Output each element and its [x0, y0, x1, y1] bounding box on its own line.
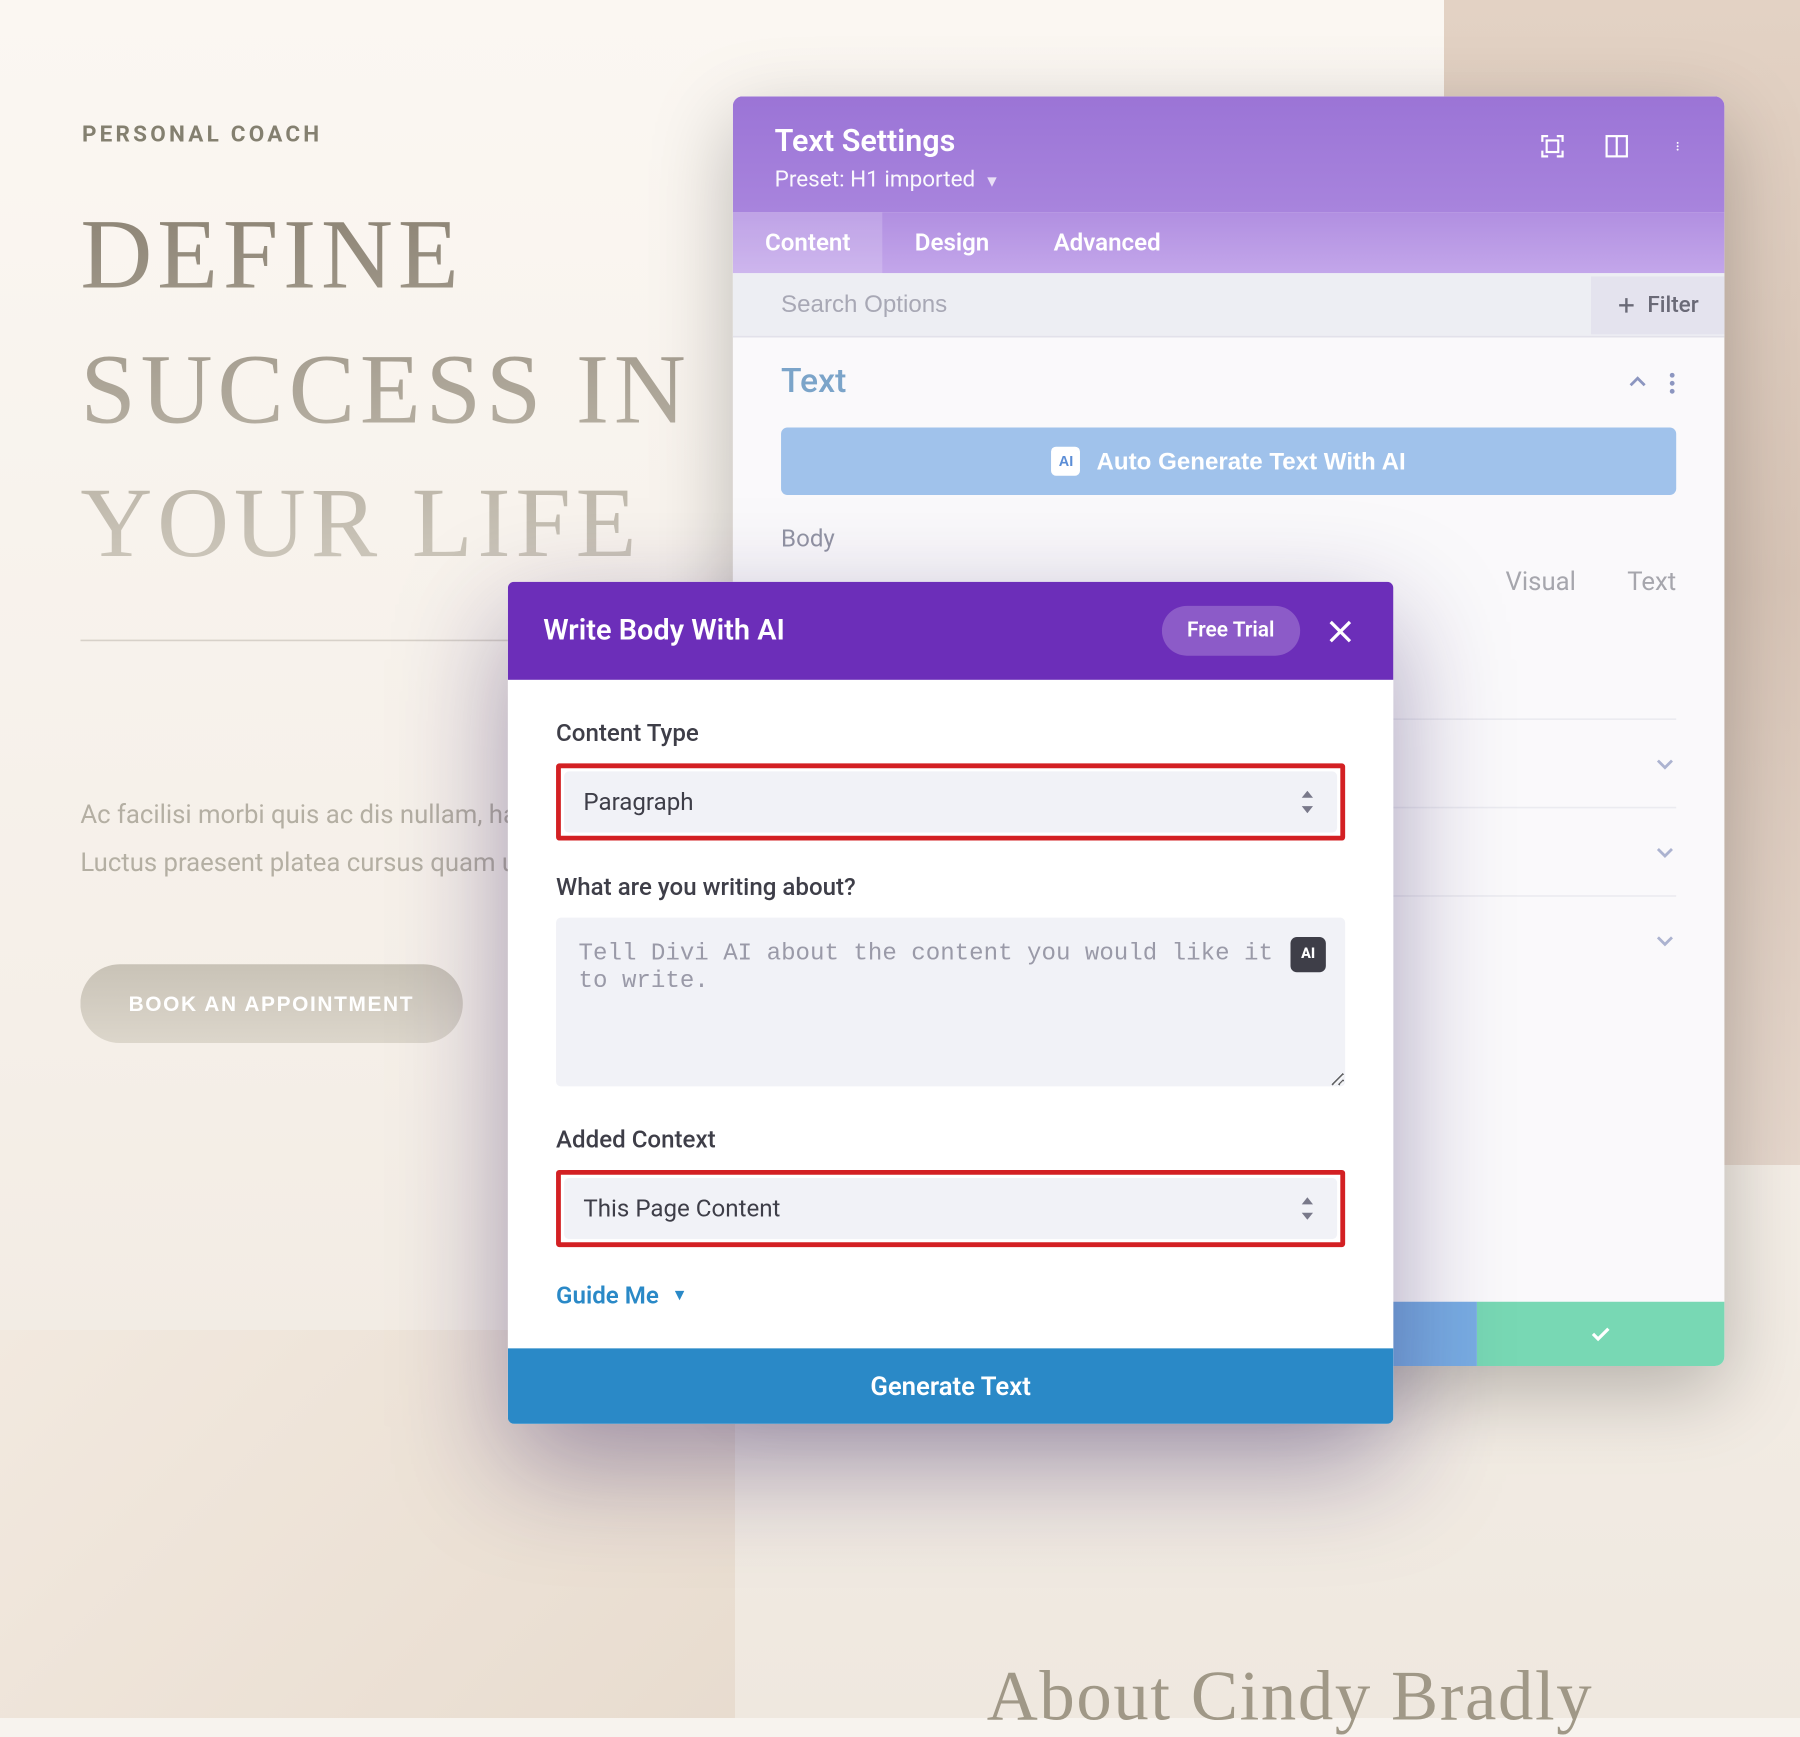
guide-me-link[interactable]: Guide Me ▼	[556, 1281, 688, 1310]
body-label: Body	[781, 524, 1676, 553]
kebab-menu-icon[interactable]	[1667, 132, 1696, 161]
content-type-label: Content Type	[556, 718, 1345, 747]
focus-icon[interactable]	[1538, 132, 1567, 161]
about-heading: About Cindy Bradly	[987, 1655, 1593, 1737]
search-input[interactable]	[733, 273, 1591, 336]
columns-icon[interactable]	[1602, 132, 1631, 161]
tab-design[interactable]: Design	[883, 212, 1022, 273]
content-type-select[interactable]: Paragraph	[564, 771, 1337, 832]
editor-tab-visual[interactable]: Visual	[1506, 566, 1576, 597]
editor-tab-text[interactable]: Text	[1627, 566, 1676, 597]
hero-kicker: PERSONAL COACH	[82, 122, 322, 148]
chevron-down-icon	[1654, 841, 1676, 863]
prompt-textarea[interactable]	[556, 918, 1345, 1087]
ai-icon[interactable]: AI	[1291, 937, 1326, 972]
kebab-menu-icon[interactable]	[1668, 370, 1676, 394]
filter-label: Filter	[1647, 292, 1698, 318]
close-button[interactable]	[1323, 613, 1358, 648]
added-context-label: Added Context	[556, 1125, 1345, 1154]
plus-icon	[1617, 295, 1636, 314]
generate-text-button[interactable]: Generate Text	[508, 1348, 1394, 1424]
caret-down-icon: ▼	[984, 174, 1000, 192]
content-type-field-highlight: Paragraph	[556, 763, 1345, 840]
filter-button[interactable]: Filter	[1591, 276, 1724, 334]
guide-me-label: Guide Me	[556, 1281, 659, 1310]
save-button[interactable]	[1477, 1302, 1725, 1366]
auto-generate-label: Auto Generate Text With AI	[1097, 448, 1406, 475]
preset-dropdown[interactable]: Preset: H1 imported ▼	[775, 167, 1683, 193]
added-context-field-highlight: This Page Content	[556, 1170, 1345, 1247]
check-icon	[1588, 1321, 1614, 1347]
modal-title: Write Body With AI	[543, 614, 785, 648]
modal-header: Write Body With AI Free Trial	[508, 582, 1394, 680]
book-appointment-button[interactable]: BOOK AN APPOINTMENT	[80, 964, 462, 1043]
search-row: Filter	[733, 273, 1725, 337]
chevron-down-icon	[1654, 929, 1676, 951]
free-trial-badge[interactable]: Free Trial	[1161, 606, 1300, 656]
close-icon	[1327, 618, 1353, 644]
caret-down-icon: ▼	[672, 1286, 688, 1304]
panel-header: Text Settings Preset: H1 imported ▼	[733, 96, 1725, 212]
chevron-up-icon[interactable]	[1626, 370, 1648, 394]
tab-content[interactable]: Content	[733, 212, 883, 273]
added-context-select[interactable]: This Page Content	[564, 1178, 1337, 1239]
hero-title: DEFINE SUCCESS IN YOUR LIFE	[80, 190, 755, 593]
chevron-down-icon	[1654, 752, 1676, 774]
ai-icon: AI	[1052, 447, 1081, 476]
write-body-ai-modal: Write Body With AI Free Trial Content Ty…	[508, 582, 1394, 1424]
preset-label: Preset: H1 imported	[775, 167, 976, 193]
panel-tabs: Content Design Advanced	[733, 212, 1725, 273]
tab-advanced[interactable]: Advanced	[1021, 212, 1192, 273]
text-section-title: Text	[781, 363, 846, 402]
auto-generate-button[interactable]: AI Auto Generate Text With AI	[781, 427, 1676, 494]
prompt-label: What are you writing about?	[556, 873, 1345, 902]
